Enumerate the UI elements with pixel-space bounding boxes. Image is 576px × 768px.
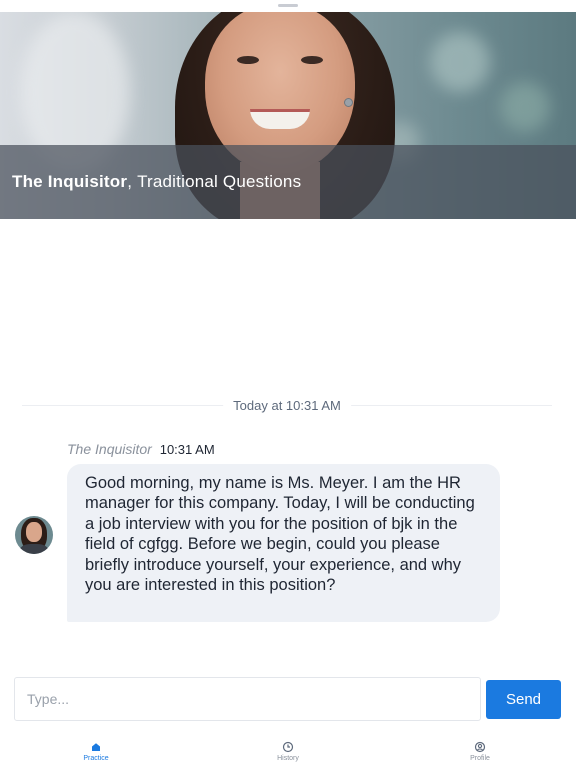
drag-handle[interactable] (278, 4, 298, 7)
message-input[interactable] (15, 678, 480, 720)
date-divider: Today at 10:31 AM (22, 396, 552, 416)
home-icon (92, 743, 100, 751)
tab-history[interactable]: History (258, 737, 318, 762)
message-sender: The Inquisitor (67, 441, 152, 457)
tab-history-label: History (277, 755, 299, 762)
date-divider-label: Today at 10:31 AM (223, 398, 351, 413)
interviewer-name: The Inquisitor (12, 172, 128, 191)
avatar (15, 516, 53, 554)
tab-profile[interactable]: Profile (450, 737, 510, 762)
message-time: 10:31 AM (159, 442, 215, 457)
message-composer (14, 677, 481, 721)
send-button[interactable]: Send (486, 680, 561, 719)
tab-practice-label: Practice (83, 755, 109, 762)
clock-icon (282, 741, 294, 753)
interview-type: Traditional Questions (137, 172, 302, 191)
interviewer-caption: The Inquisitor, Traditional Questions (0, 145, 576, 219)
tab-profile-label: Profile (470, 755, 490, 762)
tab-bar: Practice History Profile (0, 737, 576, 768)
tab-practice[interactable]: Practice (66, 737, 126, 762)
profile-icon (474, 741, 486, 753)
caption-separator: , (127, 172, 133, 191)
message-meta: The Inquisitor 10:31 AM (67, 441, 215, 457)
message-bubble: Good morning, my name is Ms. Meyer. I am… (67, 464, 500, 622)
